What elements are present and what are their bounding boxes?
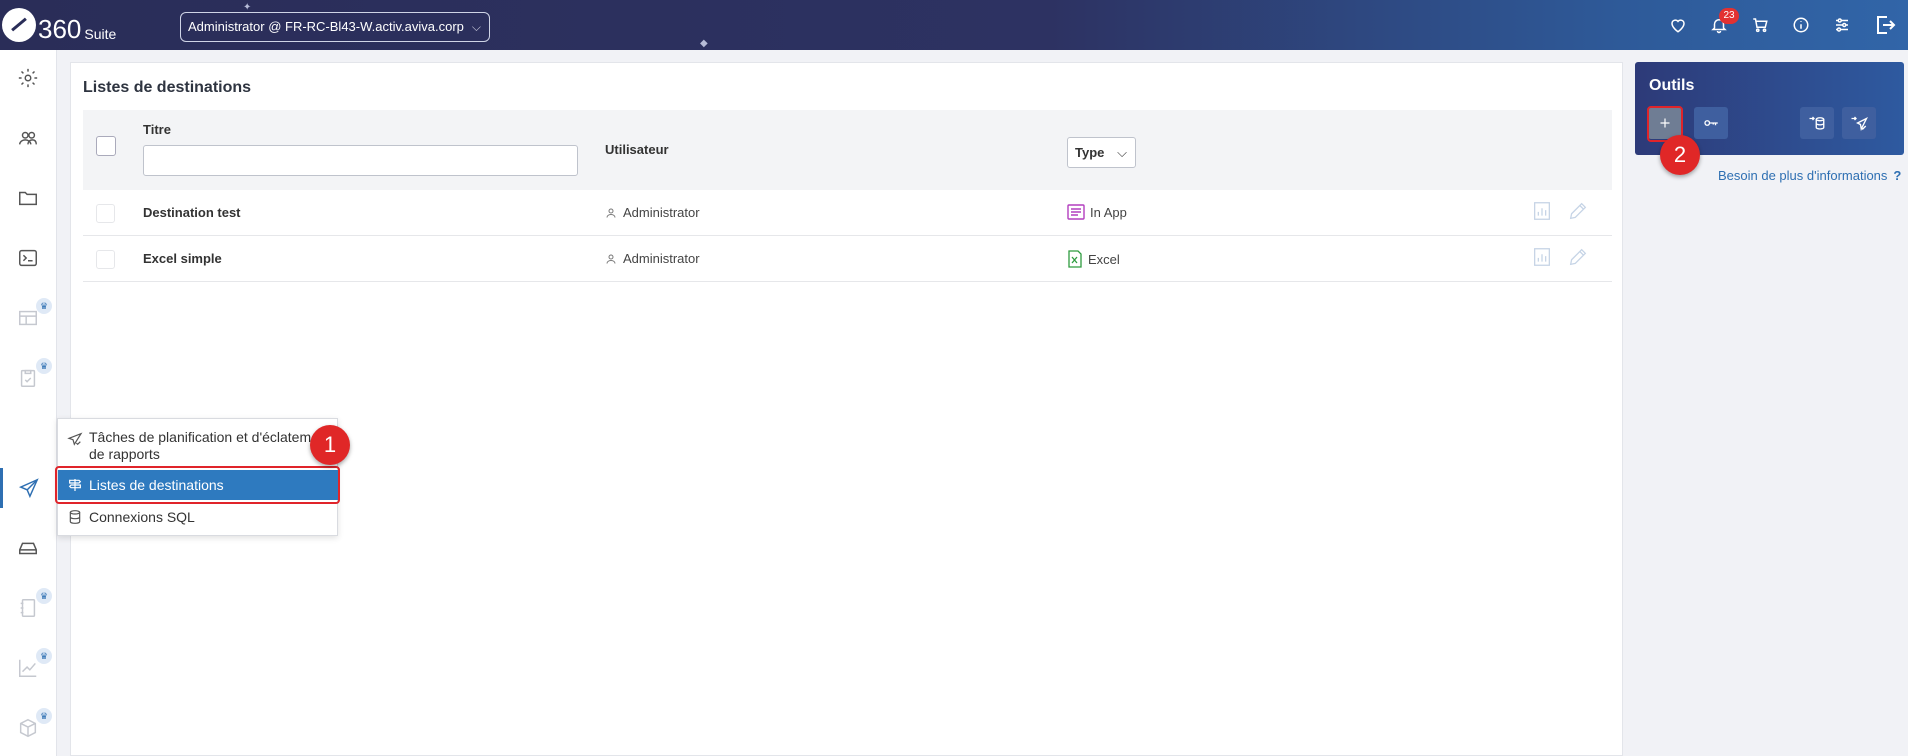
- info-icon[interactable]: [1780, 0, 1821, 50]
- select-all-checkbox[interactable]: [96, 136, 116, 156]
- top-icons: 23: [1657, 0, 1908, 50]
- sidebar-item-drives[interactable]: [0, 528, 55, 568]
- row-title[interactable]: Destination test: [143, 205, 241, 220]
- drive-icon: [18, 542, 37, 555]
- person-icon: [606, 208, 616, 218]
- row-title[interactable]: Excel simple: [143, 251, 222, 266]
- chevron-down-icon: ⌵: [471, 20, 481, 34]
- help-link[interactable]: Besoin de plus d'informations?: [1718, 168, 1901, 183]
- crown-icon: ♛: [36, 648, 52, 664]
- notification-badge: 23: [1719, 8, 1739, 24]
- compass-logo-icon: [2, 8, 36, 42]
- chart-icon: [18, 659, 36, 677]
- sidebar: ♛ ♛ ♛ ♛ ♛: [0, 50, 57, 756]
- top-bar: ✦ ◆ 360 Suite Administrator @ FR-RC-Bl43…: [0, 0, 1908, 50]
- send-check-icon: [67, 432, 83, 446]
- edit-pencil-icon[interactable]: [1567, 200, 1589, 224]
- bell-icon[interactable]: 23: [1698, 0, 1739, 50]
- row-type: Excel: [1067, 250, 1120, 268]
- send-icon: [18, 478, 39, 499]
- step-marker-1: 1: [310, 425, 350, 465]
- question-icon: ?: [1893, 168, 1902, 183]
- inapp-icon: [1067, 204, 1085, 220]
- sidebar-item-settings[interactable]: [0, 58, 55, 98]
- row-type-label: Excel: [1088, 251, 1120, 267]
- sidebar-item-packages[interactable]: ♛: [0, 708, 55, 748]
- step-marker-2: 2: [1660, 135, 1700, 175]
- row-user: Administrator: [605, 205, 700, 220]
- report-stats-icon[interactable]: [1531, 200, 1553, 224]
- clipboard-icon: [20, 369, 35, 387]
- highlight-box-destinations: [55, 466, 340, 504]
- column-title-header: Titre: [143, 122, 171, 137]
- sliders-icon[interactable]: [1821, 0, 1862, 50]
- cube-icon: [19, 718, 36, 738]
- server-select[interactable]: Administrator @ FR-RC-Bl43-W.activ.aviva…: [180, 12, 490, 42]
- sidebar-item-destinations[interactable]: [0, 468, 55, 508]
- import-task-button[interactable]: [1842, 107, 1876, 139]
- sidebar-item-analytics[interactable]: ♛: [0, 648, 55, 688]
- sidebar-item-notebooks[interactable]: ♛: [0, 588, 55, 628]
- row-user-name: Administrator: [623, 205, 700, 220]
- chevron-down-icon: ⌵: [1117, 145, 1127, 160]
- person-icon: [606, 254, 616, 264]
- import-send-icon: [1851, 116, 1868, 132]
- app-logo[interactable]: 360 Suite: [2, 4, 116, 46]
- folder-icon: [18, 191, 37, 206]
- cart-icon[interactable]: [1739, 0, 1780, 50]
- row-type: In App: [1067, 204, 1127, 220]
- type-filter-select[interactable]: Type ⌵: [1067, 137, 1136, 168]
- sidebar-item-tasks[interactable]: ♛: [0, 358, 55, 398]
- database-icon: [69, 510, 81, 524]
- logo-suite: Suite: [84, 26, 117, 42]
- title-filter-input[interactable]: [143, 145, 578, 176]
- decor-star: ◆: [700, 38, 708, 49]
- row-checkbox[interactable]: [96, 204, 115, 223]
- report-stats-icon[interactable]: [1531, 246, 1553, 270]
- crown-icon: ♛: [36, 588, 52, 604]
- sidebar-item-layout[interactable]: ♛: [0, 298, 55, 338]
- terminal-icon: [18, 249, 37, 267]
- menu-item-sql-connections[interactable]: Connexions SQL: [58, 504, 339, 530]
- gear-icon: [18, 68, 37, 88]
- row-checkbox[interactable]: [96, 250, 115, 269]
- table-row[interactable]: Destination test Administrator In App: [83, 190, 1612, 236]
- crown-icon: ♛: [36, 358, 52, 374]
- sidebar-item-folders[interactable]: [0, 178, 55, 218]
- sidebar-item-users[interactable]: [0, 118, 55, 158]
- layout-icon: [18, 310, 37, 326]
- users-icon: [18, 131, 37, 145]
- row-type-label: In App: [1090, 204, 1127, 220]
- grid-header: Titre Utilisateur Type ⌵: [83, 110, 1612, 190]
- key-button[interactable]: [1694, 107, 1728, 139]
- excel-icon: [1068, 250, 1082, 268]
- heart-icon[interactable]: [1657, 0, 1698, 50]
- menu-item-label: Connexions SQL: [89, 509, 195, 525]
- notebook-icon: [20, 599, 35, 617]
- logo-number: 360: [38, 14, 82, 44]
- column-user-header: Utilisateur: [605, 142, 669, 157]
- crown-icon: ♛: [36, 298, 52, 314]
- main-panel: Listes de destinations Titre Utilisateur…: [70, 62, 1623, 756]
- table-row[interactable]: Excel simple Administrator Excel: [83, 236, 1612, 282]
- menu-item-label: Tâches de planification et d'éclatement …: [89, 429, 331, 462]
- row-user-name: Administrator: [623, 251, 700, 266]
- type-filter-label: Type: [1075, 145, 1105, 160]
- logout-icon[interactable]: [1862, 0, 1908, 50]
- edit-pencil-icon[interactable]: [1567, 246, 1589, 270]
- crown-icon: ♛: [36, 708, 52, 724]
- page-title: Listes de destinations: [83, 79, 252, 96]
- tools-title: Outils: [1649, 77, 1695, 94]
- help-link-label: Besoin de plus d'informations: [1718, 168, 1888, 183]
- server-label: Administrator @ FR-RC-Bl43-W.activ.aviva…: [188, 19, 464, 34]
- import-database-icon: [1809, 116, 1825, 130]
- import-database-button[interactable]: [1800, 107, 1834, 139]
- key-icon: [1704, 120, 1718, 126]
- sidebar-item-terminal[interactable]: [0, 238, 55, 278]
- menu-item-scheduling-tasks[interactable]: Tâches de planification et d'éclatement …: [58, 429, 339, 463]
- row-user: Administrator: [605, 251, 700, 266]
